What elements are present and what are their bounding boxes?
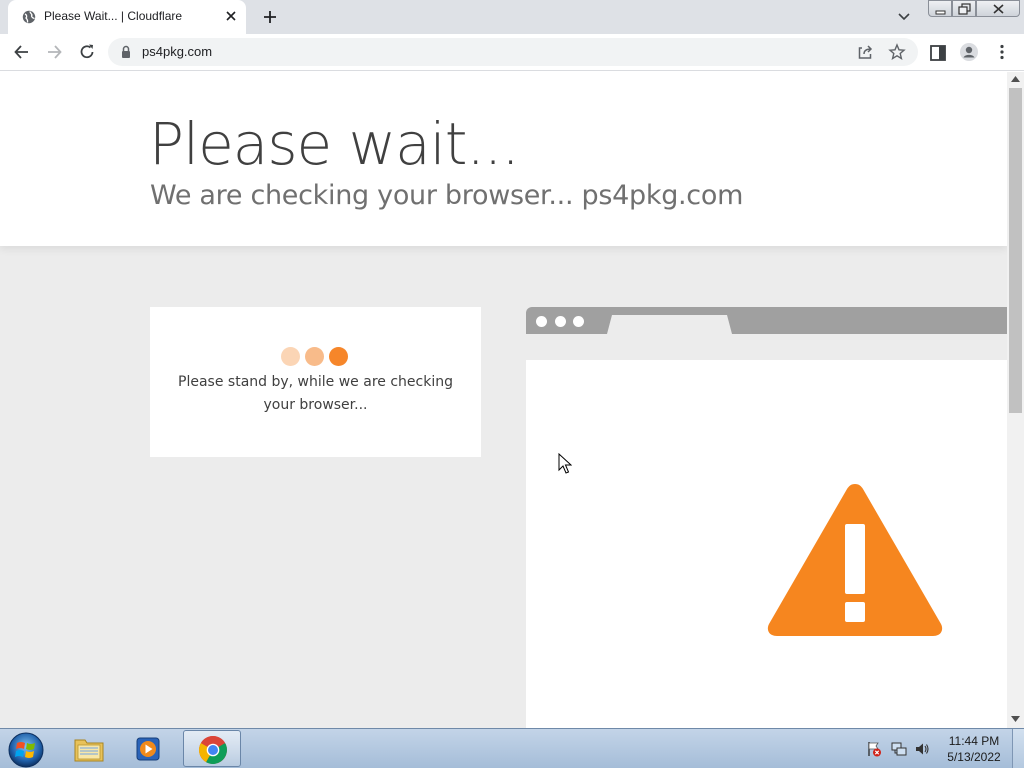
loading-dots — [281, 347, 351, 367]
action-center-icon[interactable] — [866, 741, 882, 757]
illustration-address-bar — [526, 334, 1007, 360]
illustration-body — [526, 360, 1007, 728]
windows-start-icon[interactable] — [4, 730, 48, 768]
close-window-button[interactable] — [976, 0, 1020, 17]
illustration-dot — [536, 316, 547, 327]
taskbar-media-player[interactable] — [120, 730, 178, 767]
browser-toolbar: ps4pkg.com — [0, 34, 1024, 71]
arrow-left-icon[interactable] — [12, 42, 32, 62]
share-icon[interactable] — [856, 43, 874, 61]
vertical-scrollbar[interactable] — [1007, 72, 1024, 728]
page-header: Please wait... We are checking your brow… — [0, 72, 1007, 246]
reload-icon[interactable] — [77, 42, 97, 62]
arrow-right-icon[interactable] — [44, 42, 64, 62]
address-bar[interactable]: ps4pkg.com — [108, 38, 918, 66]
illustration-titlebar — [526, 307, 1007, 334]
show-desktop-button[interactable] — [1012, 729, 1024, 768]
url-text[interactable]: ps4pkg.com — [142, 44, 212, 59]
close-icon[interactable] — [224, 9, 238, 23]
media-player-icon — [136, 737, 160, 761]
page-viewport: Please wait... We are checking your brow… — [0, 72, 1007, 728]
close-icon — [993, 4, 1004, 14]
network-icon[interactable] — [891, 741, 907, 757]
side-panel-icon[interactable] — [928, 43, 948, 63]
browser-tab[interactable]: Please Wait... | Cloudflare — [8, 0, 246, 34]
loading-dot — [281, 347, 300, 366]
taskbar-chrome[interactable] — [183, 730, 241, 767]
star-icon[interactable] — [888, 43, 906, 61]
window-controls — [928, 0, 1020, 18]
taskbar-explorer[interactable] — [60, 730, 118, 767]
minimize-icon — [935, 10, 946, 15]
browser-illustration — [526, 307, 1007, 728]
loading-dot — [329, 347, 348, 366]
page-subtitle: We are checking your browser... ps4pkg.c… — [150, 180, 743, 211]
subtitle-text: We are checking your browser... — [150, 180, 574, 211]
plus-icon[interactable] — [260, 7, 280, 27]
illustration-tab — [607, 315, 732, 334]
scroll-down-icon[interactable] — [1011, 716, 1020, 722]
globe-icon — [22, 10, 36, 24]
status-card: Please stand by, while we are checking y… — [150, 307, 481, 457]
volume-icon[interactable] — [914, 741, 930, 757]
illustration-dot — [555, 316, 566, 327]
clock-time: 11:44 PM — [948, 734, 1000, 748]
restore-icon — [958, 3, 971, 15]
page-title: Please wait... — [149, 110, 520, 178]
lock-icon[interactable] — [120, 45, 132, 59]
chevron-down-icon[interactable] — [896, 10, 912, 24]
mouse-cursor-icon — [558, 453, 572, 474]
taskbar: 11:44 PM 5/13/2022 — [0, 728, 1024, 768]
chrome-icon — [199, 736, 227, 764]
illustration-dot — [573, 316, 584, 327]
clock-date: 5/13/2022 — [947, 750, 1001, 764]
scroll-up-icon[interactable] — [1011, 76, 1020, 82]
system-clock[interactable]: 11:44 PM 5/13/2022 — [940, 733, 1008, 765]
tab-strip: Please Wait... | Cloudflare — [0, 0, 1024, 34]
minimize-button[interactable] — [928, 0, 952, 17]
loading-dot — [305, 347, 324, 366]
subtitle-domain: ps4pkg.com — [581, 180, 744, 211]
profile-icon[interactable] — [959, 42, 979, 62]
menu-icon[interactable] — [992, 42, 1012, 62]
status-text: Please stand by, while we are checking y… — [178, 374, 453, 413]
restore-button[interactable] — [952, 0, 976, 17]
scroll-thumb[interactable] — [1009, 88, 1022, 413]
folder-icon — [74, 739, 104, 762]
tab-title: Please Wait... | Cloudflare — [44, 9, 183, 23]
warning-icon — [767, 484, 943, 636]
